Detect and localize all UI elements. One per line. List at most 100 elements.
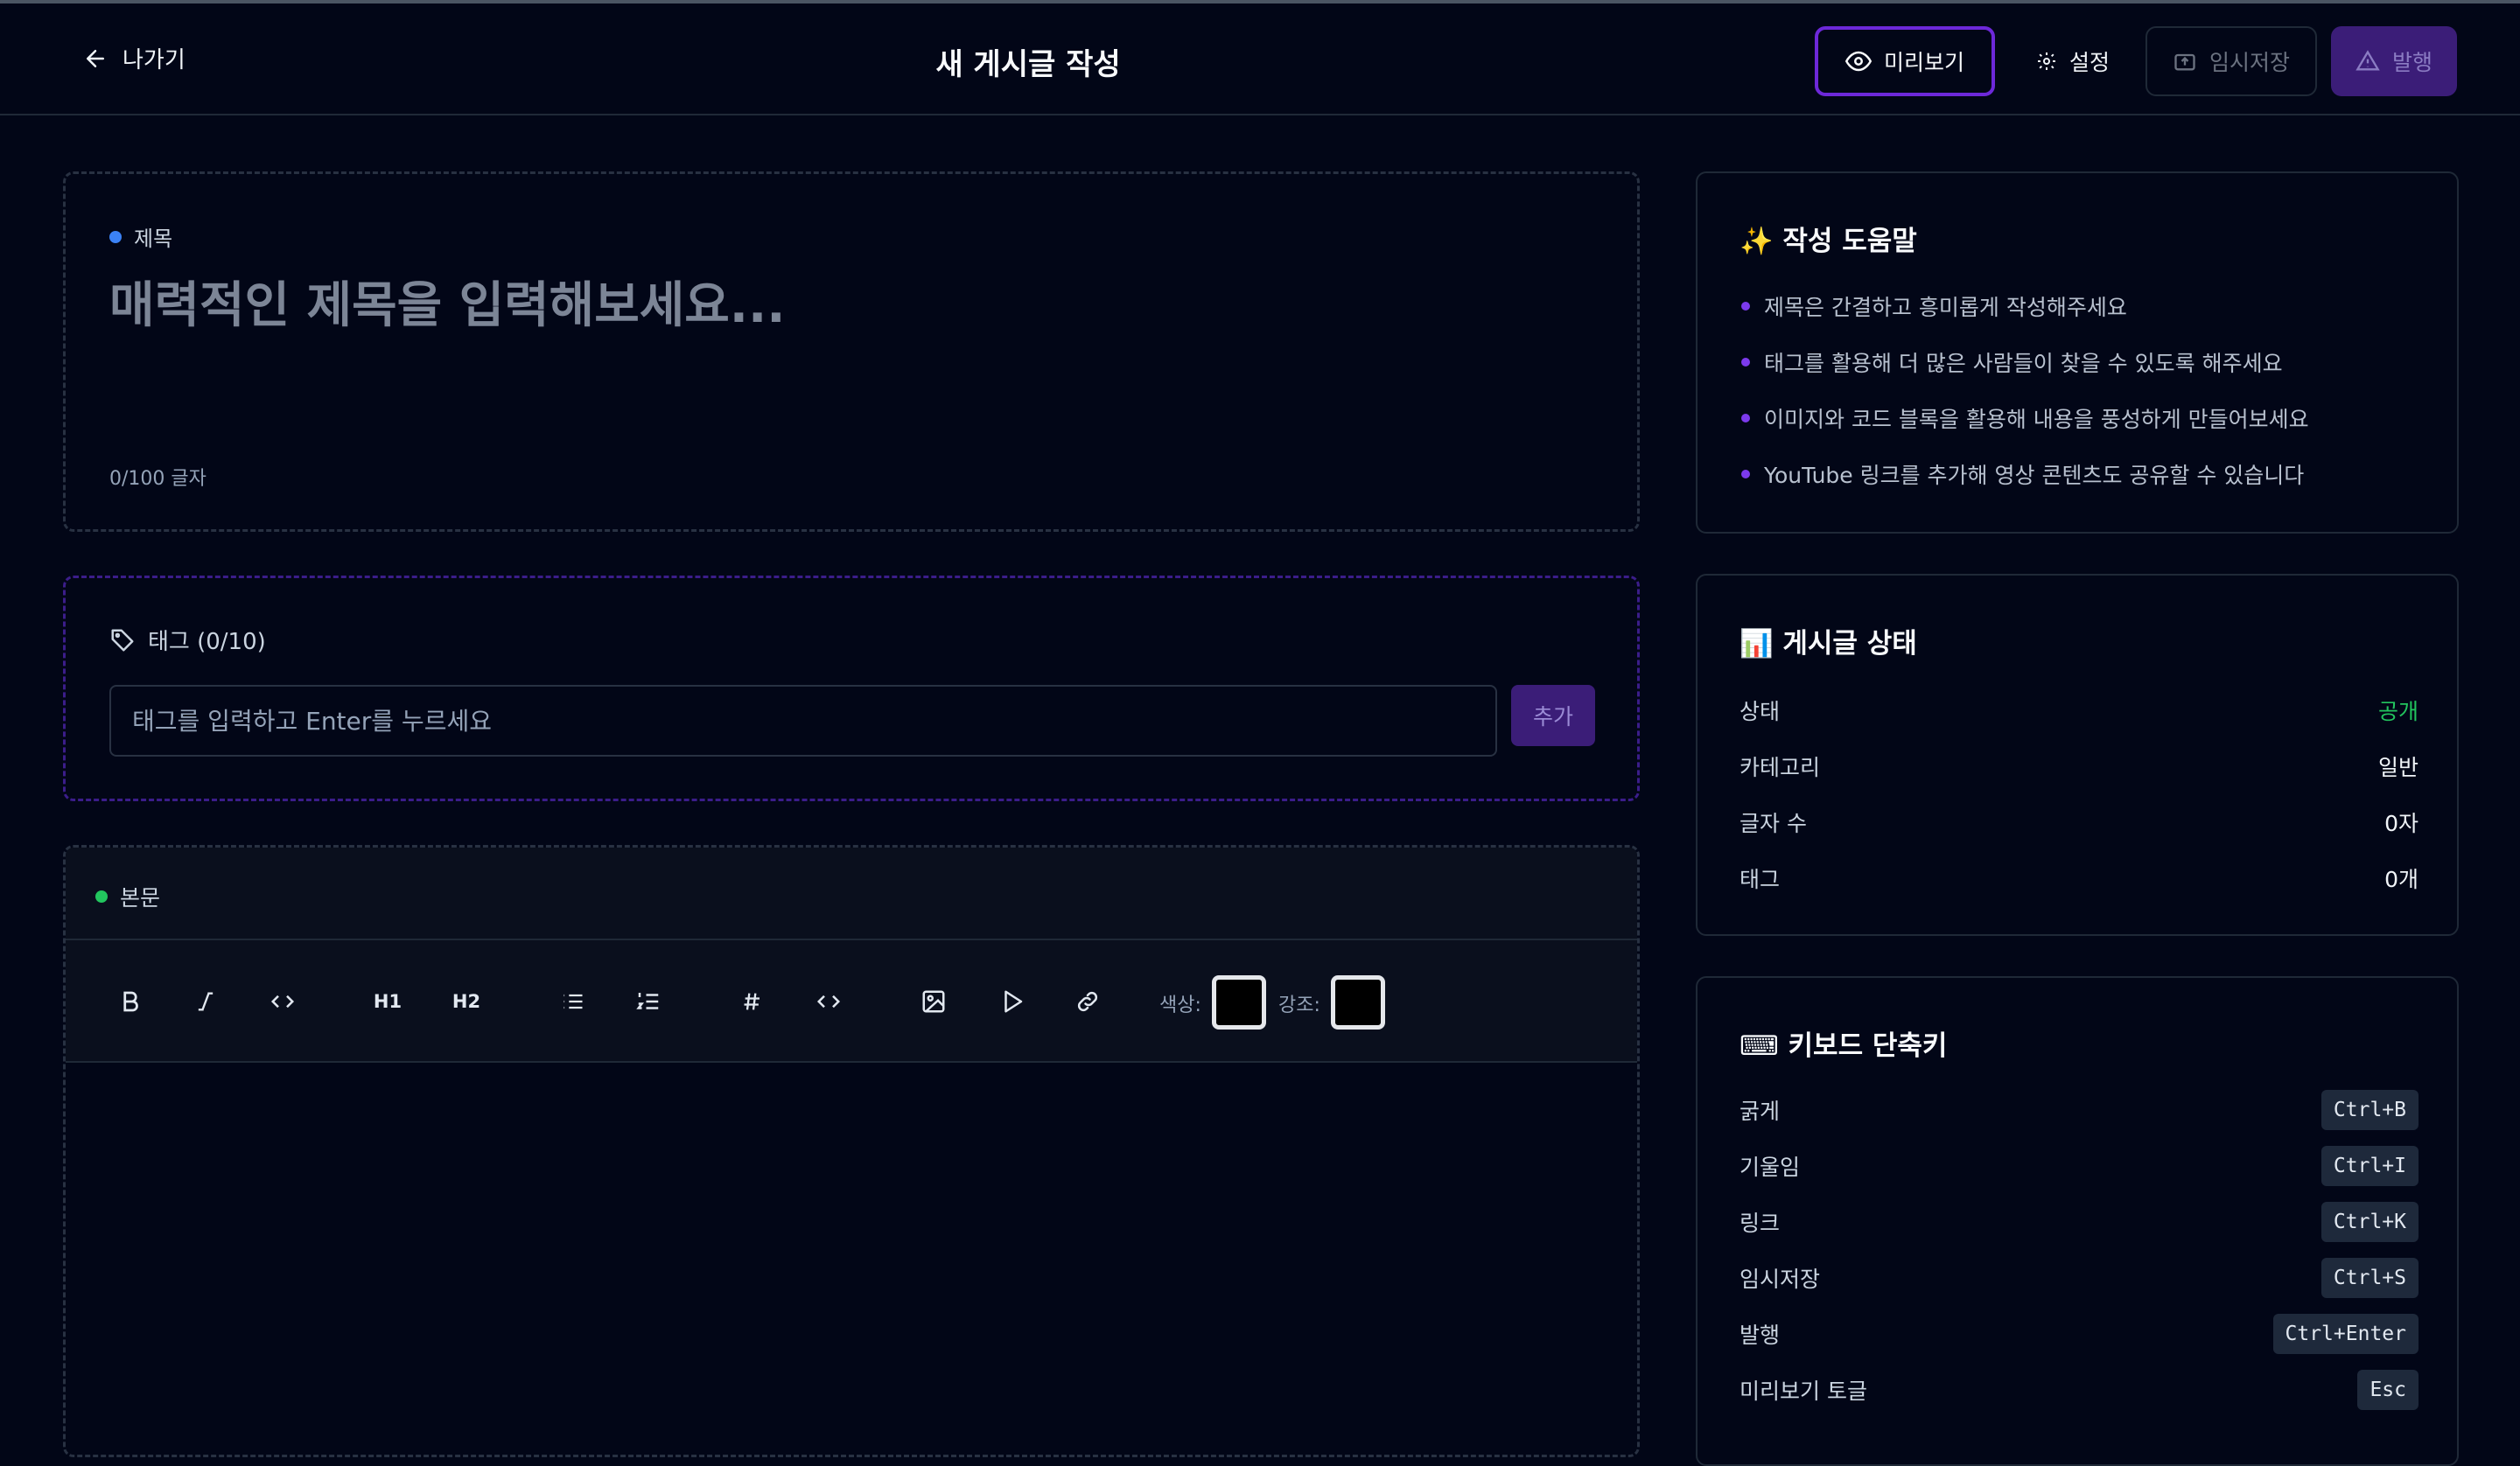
list-item: 태그를 활용해 더 많은 사람들이 찾을 수 있도록 해주세요 [1741,346,2309,402]
page-title: 새 게시글 작성 [935,47,1121,82]
numbered-list-button[interactable] [622,975,675,1028]
highlight-color-picker[interactable] [1331,975,1385,1030]
preview-button[interactable]: 미리보기 [1815,26,1995,96]
status-row-value: 일반 [2377,755,2418,780]
link-button[interactable] [1061,975,1114,1028]
tag-input[interactable] [109,685,1497,757]
publish-button[interactable]: 발행 [2331,26,2457,96]
preview-label: 미리보기 [1883,50,1964,75]
shortcut-label: 기울임 [1740,1155,1801,1180]
tip-text: 이미지와 코드 블록을 활용해 내용을 풍성하게 만들어보세요 [1764,407,2309,432]
tip-text: 태그를 활용해 더 많은 사람들이 찾을 수 있도록 해주세요 [1764,351,2283,376]
bullet-icon [1741,358,1750,366]
save-draft-button[interactable]: 임시저장 [2146,26,2317,96]
status-row-label: 상태 [1740,699,1781,724]
eye-icon [1844,51,1872,72]
list-item: YouTube 링크를 추가해 영상 콘텐츠도 공유할 수 있습니다 [1741,458,2309,514]
gear-icon [2037,52,2055,70]
title-input[interactable] [109,277,1597,334]
title-char-count: 0/100 글자 [109,468,206,490]
title-label: 제목 [134,227,173,251]
body-dot-icon [95,890,108,903]
bold-button[interactable] [104,975,157,1028]
status-row-label: 카테고리 [1740,755,1821,780]
publish-label: 발행 [2391,50,2432,75]
bullet-list-button[interactable] [547,975,599,1028]
italic-button[interactable] [179,975,232,1028]
body-label: 본문 [120,885,161,911]
tag-icon [111,629,134,651]
body-header: 본문 [66,848,1637,940]
code-icon [270,995,295,1009]
tip-text: 제목은 간결하고 흥미롭게 작성해주세요 [1764,295,2127,320]
italic-icon [198,992,214,1011]
help-panel: ✨ 작성 도움말 제목은 간결하고 흥미롭게 작성해주세요 태그를 활용해 더 … [1696,171,2459,534]
tags-section: 태그 (0/10) 추가 [63,576,1640,801]
shortcut-row: 미리보기 토글 Esc [1740,1370,2418,1410]
shortcut-key: Ctrl+B [2320,1090,2418,1130]
image-button[interactable] [907,975,960,1028]
settings-button[interactable]: 설정 [2021,26,2124,96]
highlight-color-label: 강조: [1278,995,1320,1016]
image-icon [922,990,945,1013]
body-section: 본문 H1 H2 색상: 강조: [63,845,1640,1457]
post-status-panel: 📊 게시글 상태 상태 공개 카테고리 일반 글자 수 0자 태그 0개 [1696,574,2459,936]
link-icon [1077,991,1098,1012]
title-label-row: 제목 [109,221,172,252]
list-item: 이미지와 코드 블록을 활용해 내용을 풍성하게 만들어보세요 [1741,402,2309,458]
title-dot-icon [109,230,122,243]
shortcut-row: 굵게 Ctrl+B [1740,1090,2418,1130]
bullet-icon [1741,470,1750,478]
bullet-icon [1741,302,1750,311]
list-item: 제목은 간결하고 흥미롭게 작성해주세요 [1741,290,2309,346]
tags-label-row: 태그 (0/10) [109,624,266,656]
shortcut-label: 링크 [1740,1211,1781,1236]
text-color-picker[interactable] [1212,975,1266,1030]
body-label-row: 본문 [95,881,160,912]
shortcuts-panel: ⌨ 키보드 단축키 굵게 Ctrl+B 기울임 Ctrl+I 링크 Ctrl+K… [1696,976,2459,1466]
status-row-label: 태그 [1740,867,1781,892]
shortcut-row: 링크 Ctrl+K [1740,1202,2418,1242]
help-title: ✨ 작성 도움말 [1740,226,1917,257]
shortcut-label: 미리보기 토글 [1740,1379,1867,1404]
heading1-button[interactable]: H1 [361,975,414,1028]
shortcut-key: Ctrl+Enter [2272,1314,2418,1354]
bullet-icon [1741,414,1750,422]
shortcuts-title: ⌨ 키보드 단축키 [1740,1030,1948,1062]
status-row-category: 카테고리 일반 [1740,750,2418,782]
bullet-list-icon [564,994,583,1009]
status-badge: 공개 [2377,699,2418,724]
status-row-value: 0개 [2384,867,2418,892]
warning-icon [2356,50,2380,71]
editor-toolbar: H1 H2 색상: 강조: [66,940,1637,1063]
add-tag-button[interactable]: 추가 [1511,685,1595,746]
code-block-icon [816,995,841,1009]
inline-code-button[interactable] [256,975,309,1028]
status-row-visibility: 상태 공개 [1740,695,2418,726]
shortcut-key: Ctrl+S [2320,1258,2418,1298]
shortcut-label: 임시저장 [1740,1267,1821,1292]
body-editor[interactable] [66,1065,1637,1455]
title-section: 제목 0/100 글자 [63,171,1640,532]
status-title: 📊 게시글 상태 [1740,628,1917,660]
shortcut-row: 기울임 Ctrl+I [1740,1146,2418,1186]
heading2-button[interactable]: H2 [440,975,493,1028]
video-button[interactable] [986,975,1039,1028]
code-block-button[interactable] [802,975,855,1028]
tip-text: YouTube 링크를 추가해 영상 콘텐츠도 공유할 수 있습니다 [1764,463,2305,488]
save-icon [2174,53,2195,71]
settings-label: 설정 [2068,50,2110,75]
tags-label: 태그 (0/10) [148,629,266,655]
shortcut-label: 굵게 [1740,1099,1781,1124]
help-tips-list: 제목은 간결하고 흥미롭게 작성해주세요 태그를 활용해 더 많은 사람들이 찾… [1741,290,2309,514]
play-icon [1004,990,1023,1013]
status-row-char-count: 글자 수 0자 [1740,806,2418,838]
shortcut-key: Ctrl+I [2320,1146,2418,1186]
shortcut-key: Ctrl+K [2320,1202,2418,1242]
text-color-label: 색상: [1159,995,1201,1016]
quote-button[interactable] [727,975,780,1028]
save-draft-label: 임시저장 [2208,50,2290,75]
numbered-list-icon [636,993,659,1009]
shortcut-row: 임시저장 Ctrl+S [1740,1258,2418,1298]
top-bar: 나가기 새 게시글 작성 미리보기 설정 임시저장 발행 [0,3,2520,115]
